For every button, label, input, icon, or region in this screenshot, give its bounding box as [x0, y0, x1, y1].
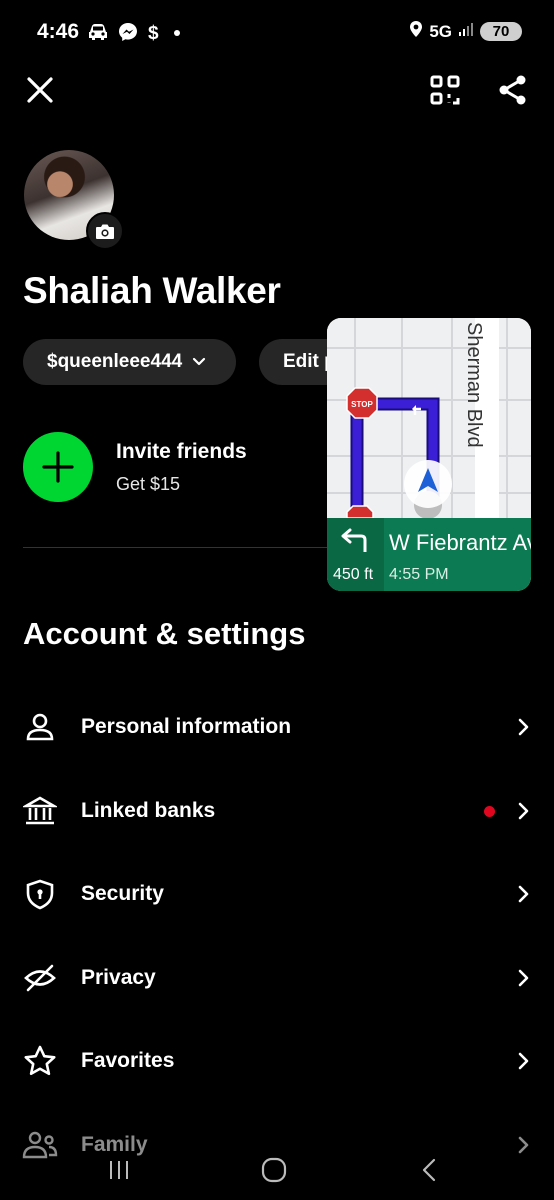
app-screen: 4:46 $ 5G 70 Shaliah Walker $queenleee44… [0, 0, 554, 1200]
chevron-right-icon [512, 882, 536, 906]
share-button[interactable] [493, 70, 533, 110]
dollar-icon: $ [147, 22, 161, 42]
settings-row-linked-banks[interactable]: Linked banks [0, 781, 554, 841]
profile-name: Shaliah Walker [23, 270, 281, 311]
settings-row-label: Personal information [81, 715, 292, 738]
messenger-icon [118, 22, 138, 42]
section-title: Account & settings [23, 616, 306, 651]
cashtag-label: $queenleee444 [47, 351, 183, 372]
chevron-right-icon [512, 1049, 536, 1073]
camera-icon [96, 224, 114, 239]
close-button[interactable] [20, 70, 60, 110]
change-photo-button[interactable] [86, 212, 124, 250]
recents-icon [110, 1161, 128, 1179]
settings-row-label: Security [81, 882, 164, 905]
qr-scan-icon [430, 75, 460, 105]
settings-row-favorites[interactable]: Favorites [0, 1031, 554, 1091]
svg-text:$: $ [148, 23, 159, 42]
back-button[interactable] [410, 1150, 450, 1190]
stop-sign-label: STOP [351, 400, 373, 409]
qr-scan-button[interactable] [425, 70, 465, 110]
chevron-down-icon [193, 357, 206, 366]
cross-street-label: Sherman Blvd [463, 322, 485, 448]
arrival-time: 4:55 PM [389, 566, 449, 583]
settings-row-security[interactable]: Security [0, 864, 554, 924]
battery-indicator: 70 [480, 22, 522, 41]
invite-title[interactable]: Invite friends [116, 440, 247, 464]
star-icon [22, 1043, 58, 1079]
cashtag-button[interactable]: $queenleee444 [23, 339, 236, 385]
shield-icon [22, 876, 58, 912]
chevron-right-icon [512, 715, 536, 739]
navigation-banner: W Fiebrantz Ave 450 ft 4:55 PM [327, 518, 531, 591]
settings-row-label: Linked banks [81, 799, 216, 822]
divider [23, 547, 343, 548]
settings-row-label: Privacy [81, 966, 156, 989]
close-icon [27, 77, 53, 103]
bank-icon [22, 793, 58, 829]
settings-row-personal-information[interactable]: Personal information [0, 697, 554, 757]
chevron-right-icon [512, 799, 536, 823]
status-time: 4:46 [37, 20, 80, 43]
status-bar: 4:46 $ 5G 70 [0, 0, 554, 66]
navigation-pip-window[interactable]: STOP Sherman Blvd W Fiebrantz Ave 450 ft… [327, 318, 531, 591]
home-button[interactable] [254, 1150, 294, 1190]
car-icon [87, 23, 109, 41]
turn-distance: 450 ft [333, 566, 374, 583]
recents-button[interactable] [99, 1150, 139, 1190]
dot-icon [170, 22, 184, 42]
invite-friends-button[interactable] [23, 432, 93, 502]
signal-icon [458, 21, 474, 42]
settings-row-privacy[interactable]: Privacy [0, 948, 554, 1008]
system-nav-bar [0, 1140, 554, 1200]
plus-icon [42, 451, 74, 483]
person-icon [22, 709, 58, 745]
notification-badge [484, 805, 495, 817]
back-icon [422, 1158, 436, 1182]
next-street-label: W Fiebrantz Ave [389, 530, 531, 555]
settings-row-label: Favorites [81, 1049, 175, 1072]
eye-off-icon [22, 960, 58, 996]
invite-subtitle: Get $15 [116, 474, 181, 494]
network-type: 5G [429, 21, 452, 41]
share-icon [499, 75, 526, 105]
map-canvas: STOP [327, 318, 531, 518]
chevron-right-icon [512, 966, 536, 990]
location-icon [409, 20, 423, 43]
home-icon [261, 1157, 287, 1183]
